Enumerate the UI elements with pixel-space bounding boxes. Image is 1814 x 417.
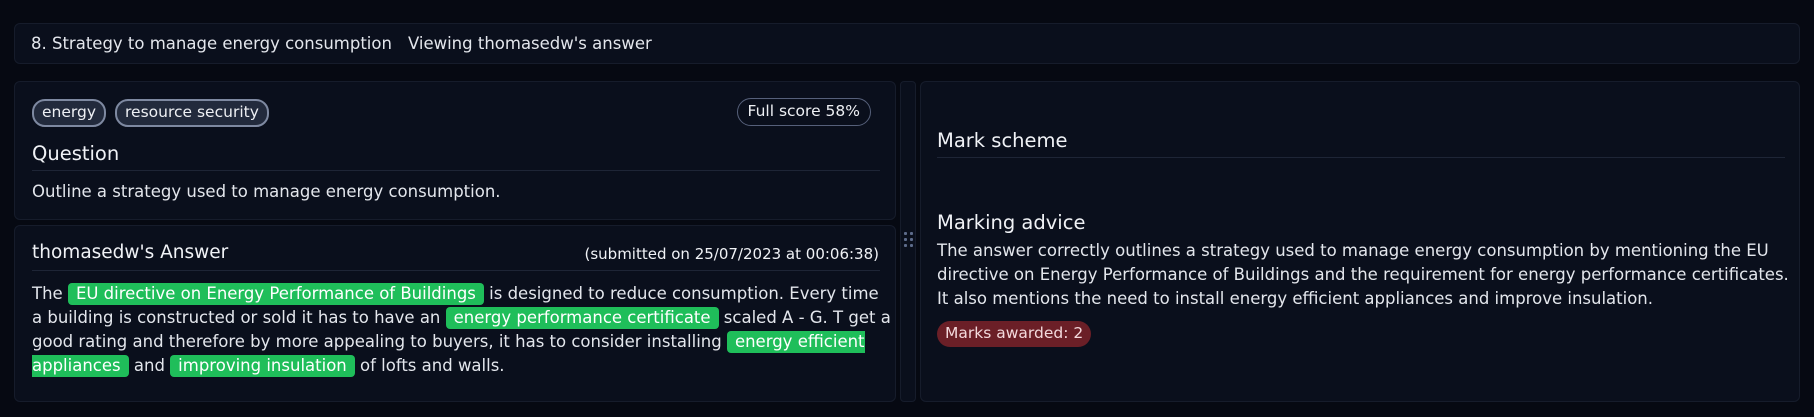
- question-text: Outline a strategy used to manage energy…: [32, 182, 501, 201]
- tag-energy[interactable]: energy: [32, 99, 107, 127]
- question-panel: energy resource security Full score 58% …: [14, 81, 896, 220]
- tag-list: energy resource security: [32, 99, 269, 127]
- divider: [32, 270, 880, 271]
- divider: [32, 170, 880, 171]
- marking-advice-heading: Marking advice: [937, 211, 1086, 234]
- answer-heading: thomasedw's Answer: [32, 242, 229, 263]
- answer-highlight: EU directive on Energy Performance of Bu…: [67, 283, 484, 305]
- marks-awarded-badge: Marks awarded: 2: [937, 321, 1092, 347]
- answer-text-segment: of lofts and walls.: [354, 356, 505, 375]
- answer-highlight: improving insulation: [170, 355, 355, 377]
- answer-text-segment: and: [128, 356, 171, 375]
- divider: [937, 157, 1785, 158]
- full-score-badge: Full score 58%: [736, 98, 871, 126]
- answer-panel: thomasedw's Answer (submitted on 25/07/2…: [14, 225, 896, 402]
- viewing-label: Viewing thomasedw's answer: [407, 34, 652, 53]
- mark-scheme-heading: Mark scheme: [937, 129, 1068, 152]
- question-title: 8. Strategy to manage energy consumption: [31, 34, 392, 53]
- drag-handle-icon[interactable]: [904, 232, 913, 248]
- mark-scheme-panel: Mark scheme Marking advice The answer co…: [920, 81, 1800, 402]
- submitted-timestamp: (submitted on 25/07/2023 at 00:06:38): [584, 245, 880, 263]
- question-header-bar: 8. Strategy to manage energy consumption…: [14, 23, 1800, 64]
- tag-resource-security[interactable]: resource security: [115, 99, 269, 127]
- answer-highlight: energy performance certificate: [445, 307, 719, 329]
- answer-text-segment: The: [32, 284, 68, 303]
- question-heading: Question: [32, 142, 120, 165]
- panel-resize-divider[interactable]: [900, 81, 916, 402]
- marking-advice-text: The answer correctly outlines a strategy…: [937, 241, 1789, 308]
- answer-text: The EU directive on Energy Performance o…: [32, 282, 892, 378]
